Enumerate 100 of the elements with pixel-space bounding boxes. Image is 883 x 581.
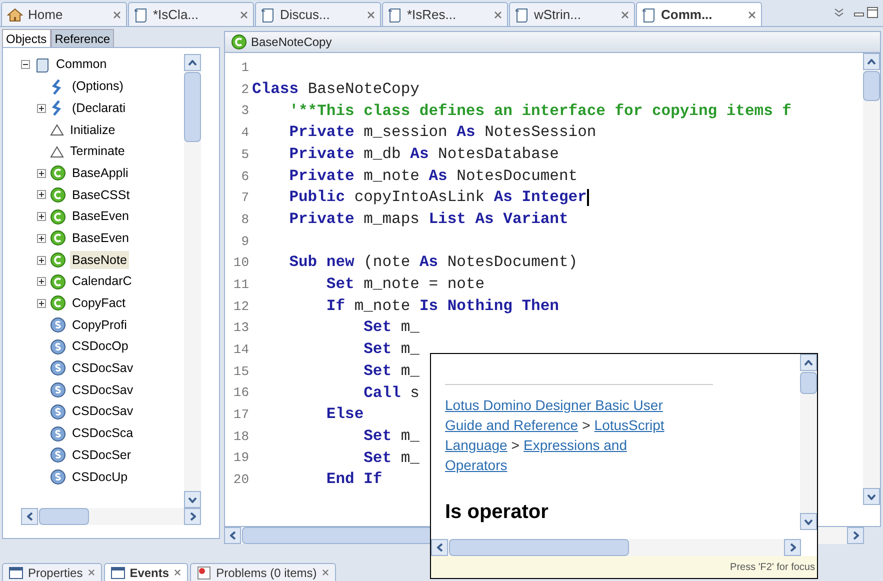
code-text: Private xyxy=(288,209,354,230)
panel-tab[interactable]: Problems (0 items) xyxy=(190,563,336,581)
expand-toggle-icon[interactable] xyxy=(37,234,46,243)
tree-item[interactable]: CSDocOp xyxy=(70,337,130,356)
tree-item[interactable]: BaseCSSt xyxy=(70,186,132,204)
code-text: As xyxy=(419,252,438,274)
arrow-right-icon[interactable] xyxy=(790,543,796,552)
close-icon[interactable] xyxy=(748,10,756,18)
expand-toggle-icon[interactable] xyxy=(37,190,46,200)
close-icon[interactable] xyxy=(494,10,502,18)
line-number: 16 xyxy=(232,384,249,402)
arrow-left-icon[interactable] xyxy=(230,531,236,540)
arrow-left-icon[interactable] xyxy=(26,512,32,521)
arrow-up-icon[interactable] xyxy=(867,58,876,64)
arrow-down-icon[interactable] xyxy=(188,496,197,502)
class-c-icon xyxy=(50,186,66,203)
help-link[interactable]: Guide and Reference xyxy=(445,415,578,435)
chevron-icon[interactable] xyxy=(833,8,845,18)
horizontal-scrollbar[interactable] xyxy=(431,539,801,556)
code-text: NotesSession xyxy=(484,122,596,144)
tree-item[interactable]: BaseNote xyxy=(70,250,129,270)
expand-toggle-icon[interactable] xyxy=(37,277,46,286)
tree-item[interactable]: BaseAppli xyxy=(70,164,130,183)
tree-item[interactable]: CSDocSer xyxy=(70,446,134,465)
arrow-down-icon[interactable] xyxy=(804,518,813,524)
help-link[interactable]: Expressions and xyxy=(523,435,627,455)
close-icon[interactable] xyxy=(240,10,248,18)
editor-tab[interactable]: Comm... xyxy=(636,2,762,26)
house-icon xyxy=(7,6,23,22)
class-c-icon xyxy=(50,295,66,312)
tree-item[interactable]: CopyProfi xyxy=(70,316,129,334)
close-icon[interactable] xyxy=(322,569,329,576)
vertical-scrollbar[interactable] xyxy=(863,53,880,505)
code-text: Else xyxy=(325,404,364,426)
code-text: m_ xyxy=(400,426,420,447)
tree-item[interactable]: Initialize xyxy=(68,120,118,140)
tree-item[interactable]: CSDocSav xyxy=(70,359,136,378)
triangle-icon xyxy=(50,122,64,137)
line-number: 18 xyxy=(232,428,249,446)
editor-tab[interactable]: wStrin... xyxy=(509,2,635,26)
arrow-right-icon[interactable] xyxy=(190,512,196,521)
close-icon[interactable] xyxy=(367,10,375,18)
panel-tab[interactable]: Objects xyxy=(2,29,51,47)
tree-item[interactable]: (Declarati xyxy=(70,98,128,118)
tree-item[interactable]: BaseEven xyxy=(70,207,131,226)
class-c-icon xyxy=(50,165,66,182)
vertical-scrollbar[interactable] xyxy=(184,54,201,508)
tree-item[interactable]: CSDocSav xyxy=(70,402,136,422)
line-number: 1 xyxy=(240,59,249,78)
code-text: m_ xyxy=(400,360,420,382)
arrow-left-icon[interactable] xyxy=(436,543,442,552)
arrow-down-icon[interactable] xyxy=(867,494,876,500)
panel-tab[interactable]: Properties xyxy=(2,563,102,581)
close-icon[interactable] xyxy=(88,569,95,576)
close-icon[interactable] xyxy=(113,10,121,18)
line-number: 14 xyxy=(232,341,249,360)
scrollbar-thumb[interactable] xyxy=(39,508,89,525)
arrow-up-icon[interactable] xyxy=(188,60,197,66)
panel-tab[interactable]: Events xyxy=(104,563,188,581)
tree-item[interactable]: CopyFact xyxy=(70,294,128,313)
scrollbar-thumb[interactable] xyxy=(184,72,201,142)
horizontal-scrollbar[interactable] xyxy=(21,508,201,525)
expand-toggle-icon[interactable] xyxy=(37,298,46,308)
code-text: m_maps xyxy=(362,209,420,230)
expand-toggle-icon[interactable] xyxy=(37,212,46,222)
code-text: m_ xyxy=(400,448,420,469)
expand-toggle-icon[interactable] xyxy=(37,168,46,178)
tree-item[interactable]: (Options) xyxy=(70,77,126,96)
code-text: Set xyxy=(362,339,392,360)
maximize-icon[interactable] xyxy=(867,7,878,18)
arrow-up-icon[interactable] xyxy=(804,360,813,366)
help-link[interactable]: Operators xyxy=(445,455,508,475)
tree-item[interactable]: BaseEven xyxy=(70,228,131,248)
tree-item[interactable]: Common xyxy=(54,55,109,74)
expand-toggle-icon[interactable] xyxy=(37,104,46,113)
editor-tab[interactable]: *IsCla... xyxy=(128,2,254,26)
scroll-icon xyxy=(34,56,50,73)
collapse-toggle-icon[interactable] xyxy=(21,60,30,70)
editor-tab[interactable]: Home xyxy=(1,2,127,26)
close-icon[interactable] xyxy=(621,10,629,18)
editor-tab[interactable]: *IsRes... xyxy=(382,2,508,26)
scrollbar-thumb[interactable] xyxy=(800,372,817,394)
tree-item[interactable]: CSDocSca xyxy=(70,424,136,443)
panel-tab[interactable]: Reference xyxy=(50,29,114,47)
editor-tab[interactable]: Discus... xyxy=(255,2,381,26)
code-text: Set xyxy=(362,426,392,447)
tree-item[interactable]: CSDocUp xyxy=(70,468,130,486)
help-link[interactable]: Language xyxy=(445,435,508,455)
help-link[interactable]: LotusScript xyxy=(594,415,664,435)
arrow-right-icon[interactable] xyxy=(852,531,858,540)
expand-toggle-icon[interactable] xyxy=(37,256,46,265)
help-link[interactable]: Lotus Domino Designer Basic User xyxy=(445,395,663,415)
code-text: copyIntoAsLink xyxy=(353,187,486,208)
scrollbar-thumb[interactable] xyxy=(863,71,880,101)
tree-item[interactable]: CSDocSav xyxy=(70,380,136,400)
tree-item[interactable]: CalendarC xyxy=(70,272,134,292)
close-icon[interactable] xyxy=(174,569,182,576)
vertical-scrollbar[interactable] xyxy=(800,354,817,530)
tree-item[interactable]: Terminate xyxy=(68,142,127,161)
scrollbar-thumb[interactable] xyxy=(449,539,629,556)
